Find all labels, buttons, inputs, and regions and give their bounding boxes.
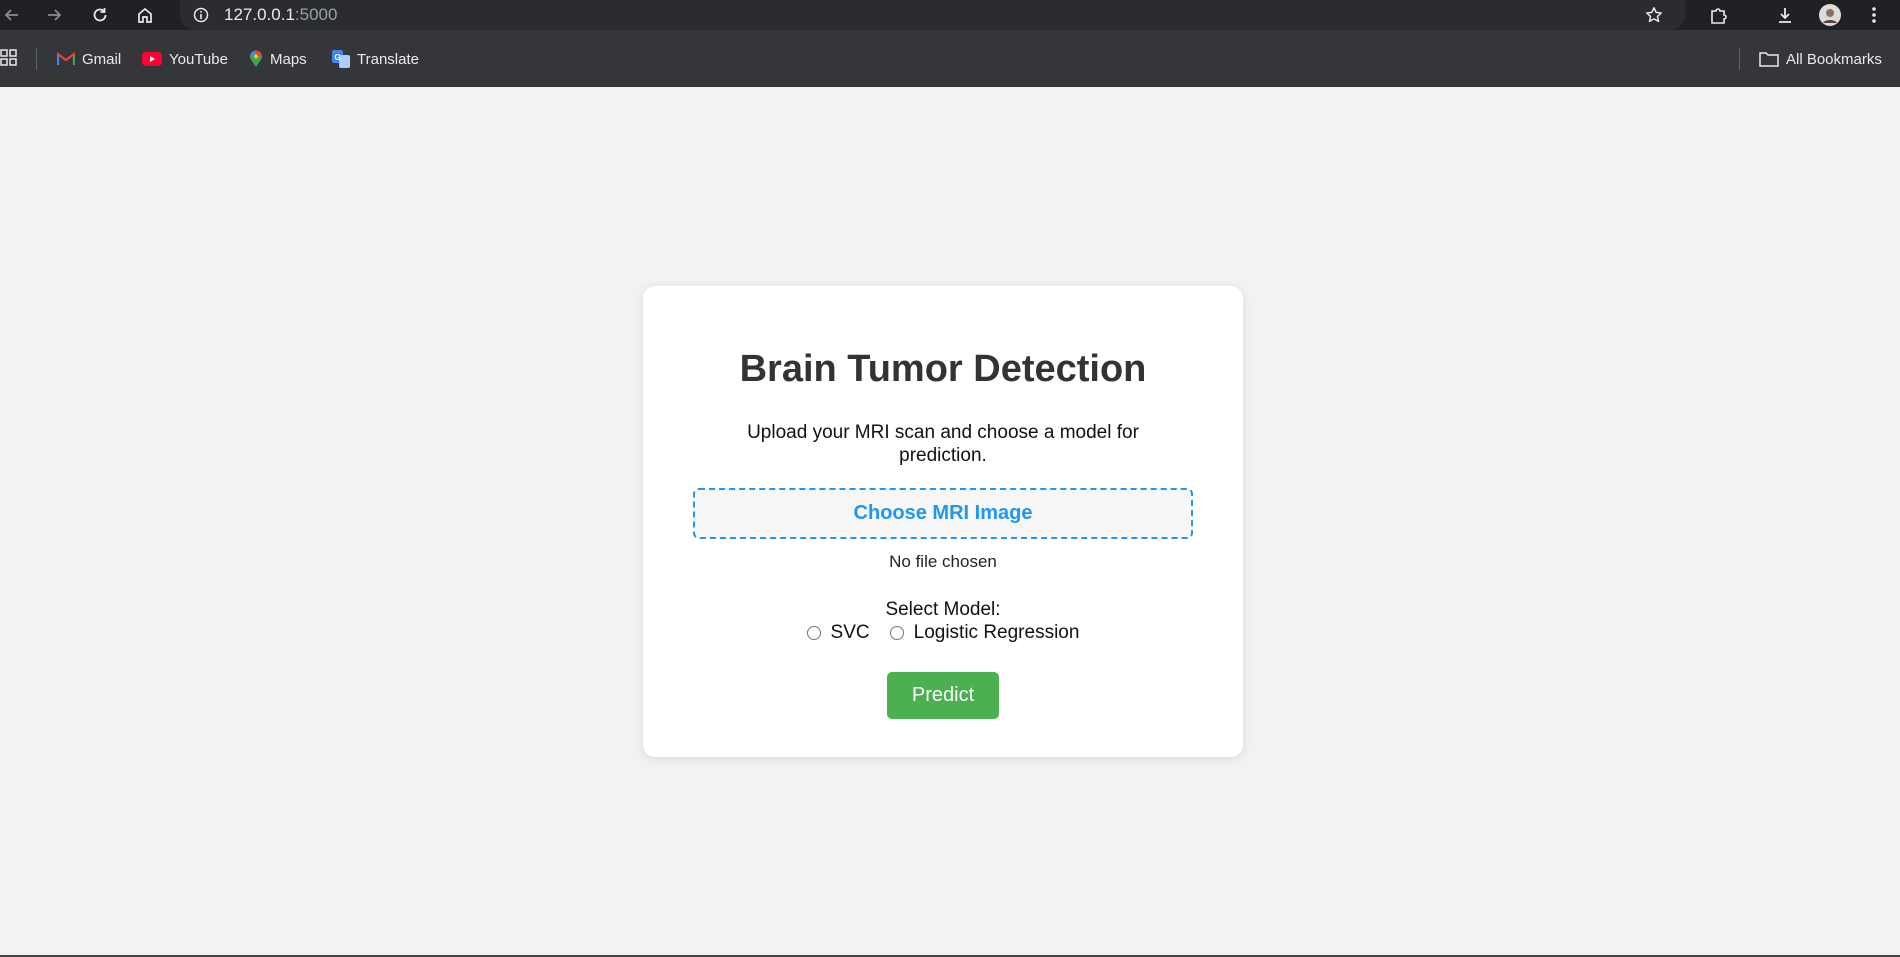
maps-icon [250, 50, 262, 67]
browser-toolbar: 127.0.0.1:5000 [0, 0, 1900, 30]
svg-text:G: G [335, 53, 341, 62]
url-text: 127.0.0.1:5000 [224, 6, 337, 24]
choose-image-button[interactable]: Choose MRI Image [693, 488, 1193, 539]
bookmarks-bar: Gmail YouTube Maps G Translate All Bookm… [0, 30, 1900, 87]
reload-icon[interactable] [88, 4, 112, 26]
bookmarks-divider [1739, 48, 1740, 70]
bookmark-translate[interactable]: G Translate [332, 48, 419, 70]
translate-icon: G [332, 50, 350, 68]
apps-grid-icon[interactable] [0, 49, 18, 67]
url-port: :5000 [294, 5, 338, 24]
download-icon[interactable] [1773, 4, 1797, 26]
page-title: Brain Tumor Detection [739, 348, 1147, 390]
radio-svc[interactable] [806, 626, 821, 640]
folder-icon [1759, 52, 1779, 67]
bookmark-label: Translate [357, 50, 419, 68]
forward-icon[interactable] [42, 4, 66, 26]
radio-logistic-regression-label[interactable]: Logistic Regression [914, 622, 1080, 644]
url-host: 127.0.0.1 [224, 5, 295, 24]
bookmark-label: Gmail [82, 50, 122, 68]
profile-avatar-icon[interactable] [1818, 4, 1842, 26]
address-bar[interactable]: 127.0.0.1:5000 [180, 0, 1685, 30]
bookmark-star-icon[interactable] [1642, 4, 1666, 26]
bookmark-gmail[interactable]: Gmail [57, 48, 121, 70]
back-icon[interactable] [0, 4, 24, 26]
radio-logistic-regression[interactable] [889, 626, 904, 640]
bookmarks-divider [36, 48, 37, 70]
model-radio-group: SVC Logistic Regression [643, 622, 1243, 644]
file-status: No file chosen [889, 552, 997, 571]
model-select-label: Select Model: [885, 599, 1001, 620]
predict-button[interactable]: Predict [887, 672, 999, 719]
home-icon[interactable] [133, 4, 157, 26]
upload-card: Brain Tumor Detection Upload your MRI sc… [643, 286, 1243, 757]
radio-svc-label[interactable]: SVC [831, 622, 870, 644]
bookmark-label: YouTube [169, 50, 228, 68]
youtube-icon [142, 52, 162, 66]
bookmark-maps[interactable]: Maps [249, 48, 307, 70]
all-bookmarks-label: All Bookmarks [1786, 50, 1882, 68]
all-bookmarks[interactable]: All Bookmarks [1759, 48, 1882, 70]
site-info-icon[interactable] [192, 6, 210, 24]
bookmark-label: Maps [270, 50, 307, 68]
extensions-icon[interactable] [1707, 4, 1731, 26]
gmail-icon [57, 52, 75, 65]
bookmark-youtube[interactable]: YouTube [142, 48, 228, 70]
menu-kebab-icon[interactable] [1862, 4, 1886, 26]
page-subtitle: Upload your MRI scan and choose a model … [747, 422, 1139, 466]
